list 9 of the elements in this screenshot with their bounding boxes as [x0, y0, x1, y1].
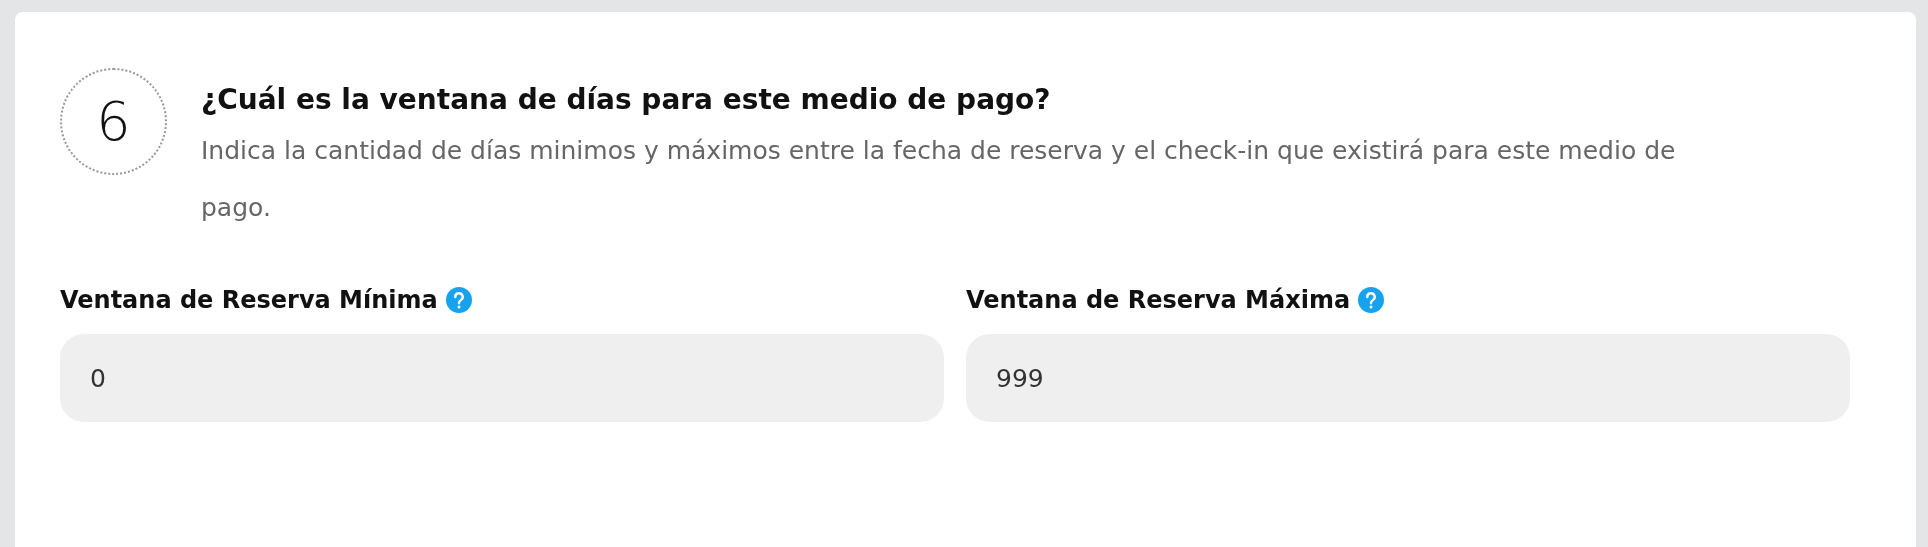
field-label: Ventana de Reserva Máxima [966, 286, 1351, 314]
step-description: Indica la cantidad de días minimos y máximos entre la fecha de reserva y el check-in que existirá para este medio de pago. [201, 135, 1677, 224]
field-label: Ventana de Reserva Mínima [60, 286, 438, 314]
input-field[interactable]: 0 [60, 334, 944, 422]
input-field[interactable]: 999 [966, 334, 1850, 422]
step-number: 6 [60, 68, 167, 175]
step-title: ¿Cuál es la ventana de días para este medio de pago? [201, 82, 1052, 118]
help-icon[interactable] [445, 287, 472, 313]
help-icon[interactable] [1358, 287, 1385, 313]
